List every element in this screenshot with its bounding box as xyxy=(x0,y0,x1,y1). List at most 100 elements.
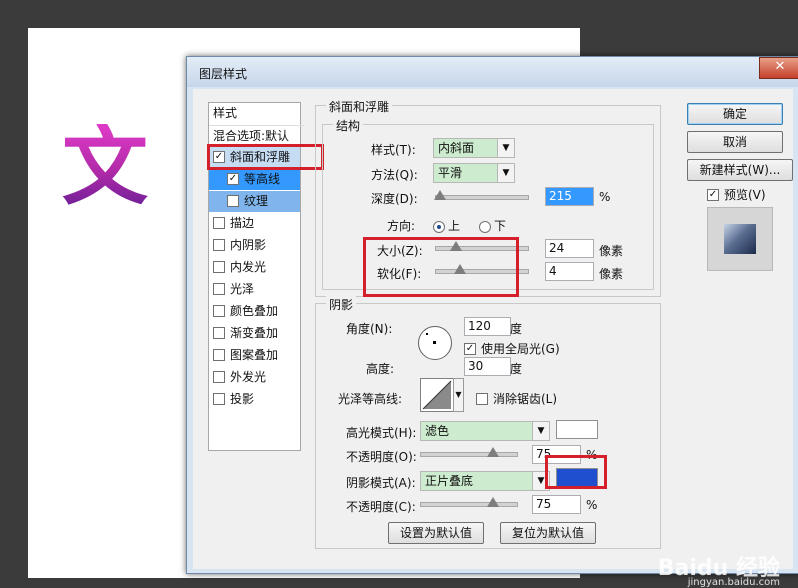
style-item-texture[interactable]: 纹理 xyxy=(209,191,300,212)
close-button[interactable]: ✕ xyxy=(759,57,798,79)
method-label: 方法(Q): xyxy=(371,168,418,182)
highlight-opacity-slider[interactable] xyxy=(420,447,518,457)
slider-thumb[interactable] xyxy=(487,497,499,507)
dialog-title: 图层样式 xyxy=(199,67,248,81)
checkbox-icon[interactable] xyxy=(213,216,225,229)
radio-icon[interactable] xyxy=(433,220,445,233)
depth-unit: % xyxy=(599,190,611,204)
percent-unit: % xyxy=(586,498,598,512)
checkbox-label: 预览(V) xyxy=(724,188,766,202)
global-light-checkbox[interactable]: ✓ 使用全局光(G) xyxy=(464,340,560,357)
checkbox-icon[interactable] xyxy=(213,304,225,317)
angle-label: 角度(N): xyxy=(346,322,393,336)
dialog-titlebar[interactable]: 图层样式 ✕ xyxy=(187,57,798,87)
style-item-inner-shadow[interactable]: 内阴影 xyxy=(209,235,300,256)
radio-icon[interactable] xyxy=(479,220,491,233)
style-item-label: 光泽 xyxy=(230,282,255,296)
depth-slider[interactable] xyxy=(434,190,529,200)
style-item-label: 内阴影 xyxy=(230,238,267,252)
style-item-gradient-overlay[interactable]: 渐变叠加 xyxy=(209,323,300,344)
chevron-down-icon: ▼ xyxy=(532,422,549,440)
style-item-drop-shadow[interactable]: 投影 xyxy=(209,389,300,410)
altitude-unit: 度 xyxy=(510,362,523,376)
ok-button[interactable]: 确定 xyxy=(687,103,783,125)
layer-style-dialog: 图层样式 ✕ 样式 混合选项:默认 ✓ 斜面和浮雕 ✓ 等高线 纹理 描边 内阴影 … xyxy=(186,56,798,574)
shadow-mode-select[interactable]: 正片叠底 ▼ xyxy=(420,471,550,491)
cancel-button[interactable]: 取消 xyxy=(687,131,783,153)
size-input[interactable]: 24 xyxy=(545,239,594,258)
technique-select[interactable]: 平滑 ▼ xyxy=(433,163,515,183)
angle-dial[interactable] xyxy=(418,326,452,360)
highlight-opacity-label: 不透明度(O): xyxy=(346,450,417,464)
style-item-label: 外发光 xyxy=(230,370,267,384)
style-item-label: 等高线 xyxy=(244,172,281,186)
radio-label: 下 xyxy=(494,219,507,233)
highlight-color-swatch[interactable] xyxy=(556,420,598,439)
shading-group: 阴影 角度(N): 120 度 ✓ 使用全局光(G) 高度: 30 度 光泽等高线… xyxy=(315,296,661,549)
style-list-header[interactable]: 样式 xyxy=(209,103,304,124)
checkbox-icon[interactable] xyxy=(213,370,225,383)
checkbox-icon[interactable] xyxy=(213,326,225,339)
checkbox-icon[interactable] xyxy=(213,392,225,405)
dial-pointer-icon xyxy=(426,333,428,335)
checkbox-label: 使用全局光(G) xyxy=(481,342,560,356)
shadow-opacity-input[interactable]: 75 xyxy=(532,495,581,514)
slider-thumb[interactable] xyxy=(487,447,499,457)
bevel-group-title: 斜面和浮雕 xyxy=(326,98,393,115)
style-item-stroke[interactable]: 描边 xyxy=(209,213,300,234)
preview-checkbox[interactable]: ✓ 预览(V) xyxy=(707,186,766,203)
checkbox-icon[interactable] xyxy=(213,238,225,251)
canvas-glyph: 文 xyxy=(62,117,148,217)
checkbox-icon[interactable]: ✓ xyxy=(707,188,719,201)
checkbox-icon[interactable]: ✓ xyxy=(227,172,239,185)
checkbox-icon[interactable] xyxy=(476,392,488,405)
highlight-mode-select[interactable]: 滤色 ▼ xyxy=(420,421,550,441)
style-item-label: 纹理 xyxy=(244,194,269,208)
depth-input[interactable]: 215 xyxy=(545,187,594,206)
dialog-client: 样式 混合选项:默认 ✓ 斜面和浮雕 ✓ 等高线 纹理 描边 内阴影 内发光 光泽 … xyxy=(193,89,793,569)
style-item-label: 颜色叠加 xyxy=(230,304,279,318)
checkbox-icon[interactable] xyxy=(227,194,239,207)
antialias-checkbox[interactable]: 消除锯齿(L) xyxy=(476,390,557,407)
reset-default-button[interactable]: 复位为默认值 xyxy=(500,522,596,544)
checkbox-icon[interactable] xyxy=(213,282,225,295)
annotation-box xyxy=(207,144,324,170)
direction-down-radio[interactable]: 下 xyxy=(479,217,506,234)
style-item-label: 内发光 xyxy=(230,260,267,274)
checkbox-icon[interactable]: ✓ xyxy=(464,342,476,355)
style-label: 样式(T): xyxy=(371,143,416,157)
bevel-style-select[interactable]: 内斜面 ▼ xyxy=(433,138,515,158)
shadow-mode-label: 阴影模式(A): xyxy=(346,476,416,490)
style-item-color-overlay[interactable]: 颜色叠加 xyxy=(209,301,300,322)
shadow-mode-value: 正片叠底 xyxy=(425,474,474,488)
direction-label: 方向: xyxy=(387,219,416,233)
style-item-inner-glow[interactable]: 内发光 xyxy=(209,257,300,278)
soften-unit: 像素 xyxy=(599,267,624,281)
angle-input[interactable]: 120 xyxy=(464,317,511,336)
soften-input[interactable]: 4 xyxy=(545,262,594,281)
shadow-opacity-slider[interactable] xyxy=(420,497,518,507)
watermark-url: jingyan.baidu.com xyxy=(687,577,780,588)
new-style-button[interactable]: 新建样式(W)... xyxy=(687,159,793,181)
gloss-contour-picker[interactable] xyxy=(420,378,454,412)
chevron-down-icon[interactable]: ▼ xyxy=(453,378,464,412)
chevron-down-icon: ▼ xyxy=(497,164,514,182)
style-item-pattern-overlay[interactable]: 图案叠加 xyxy=(209,345,300,366)
technique-value: 平滑 xyxy=(438,166,463,180)
altitude-input[interactable]: 30 xyxy=(464,357,511,376)
annotation-box xyxy=(363,237,519,297)
chevron-down-icon: ▼ xyxy=(497,139,514,157)
style-item-label: 渐变叠加 xyxy=(230,326,279,340)
style-item-label: 描边 xyxy=(230,216,255,230)
set-default-button[interactable]: 设置为默认值 xyxy=(388,522,484,544)
direction-up-radio[interactable]: 上 xyxy=(433,217,460,234)
style-item-outer-glow[interactable]: 外发光 xyxy=(209,367,300,388)
checkbox-icon[interactable] xyxy=(213,260,225,273)
style-item-satin[interactable]: 光泽 xyxy=(209,279,300,300)
checkbox-icon[interactable] xyxy=(213,348,225,361)
bevel-style-value: 内斜面 xyxy=(438,141,475,155)
structure-title: 结构 xyxy=(333,117,364,134)
preview-swatch xyxy=(724,224,756,254)
style-item-contour[interactable]: ✓ 等高线 xyxy=(209,169,300,190)
slider-thumb[interactable] xyxy=(434,190,446,200)
